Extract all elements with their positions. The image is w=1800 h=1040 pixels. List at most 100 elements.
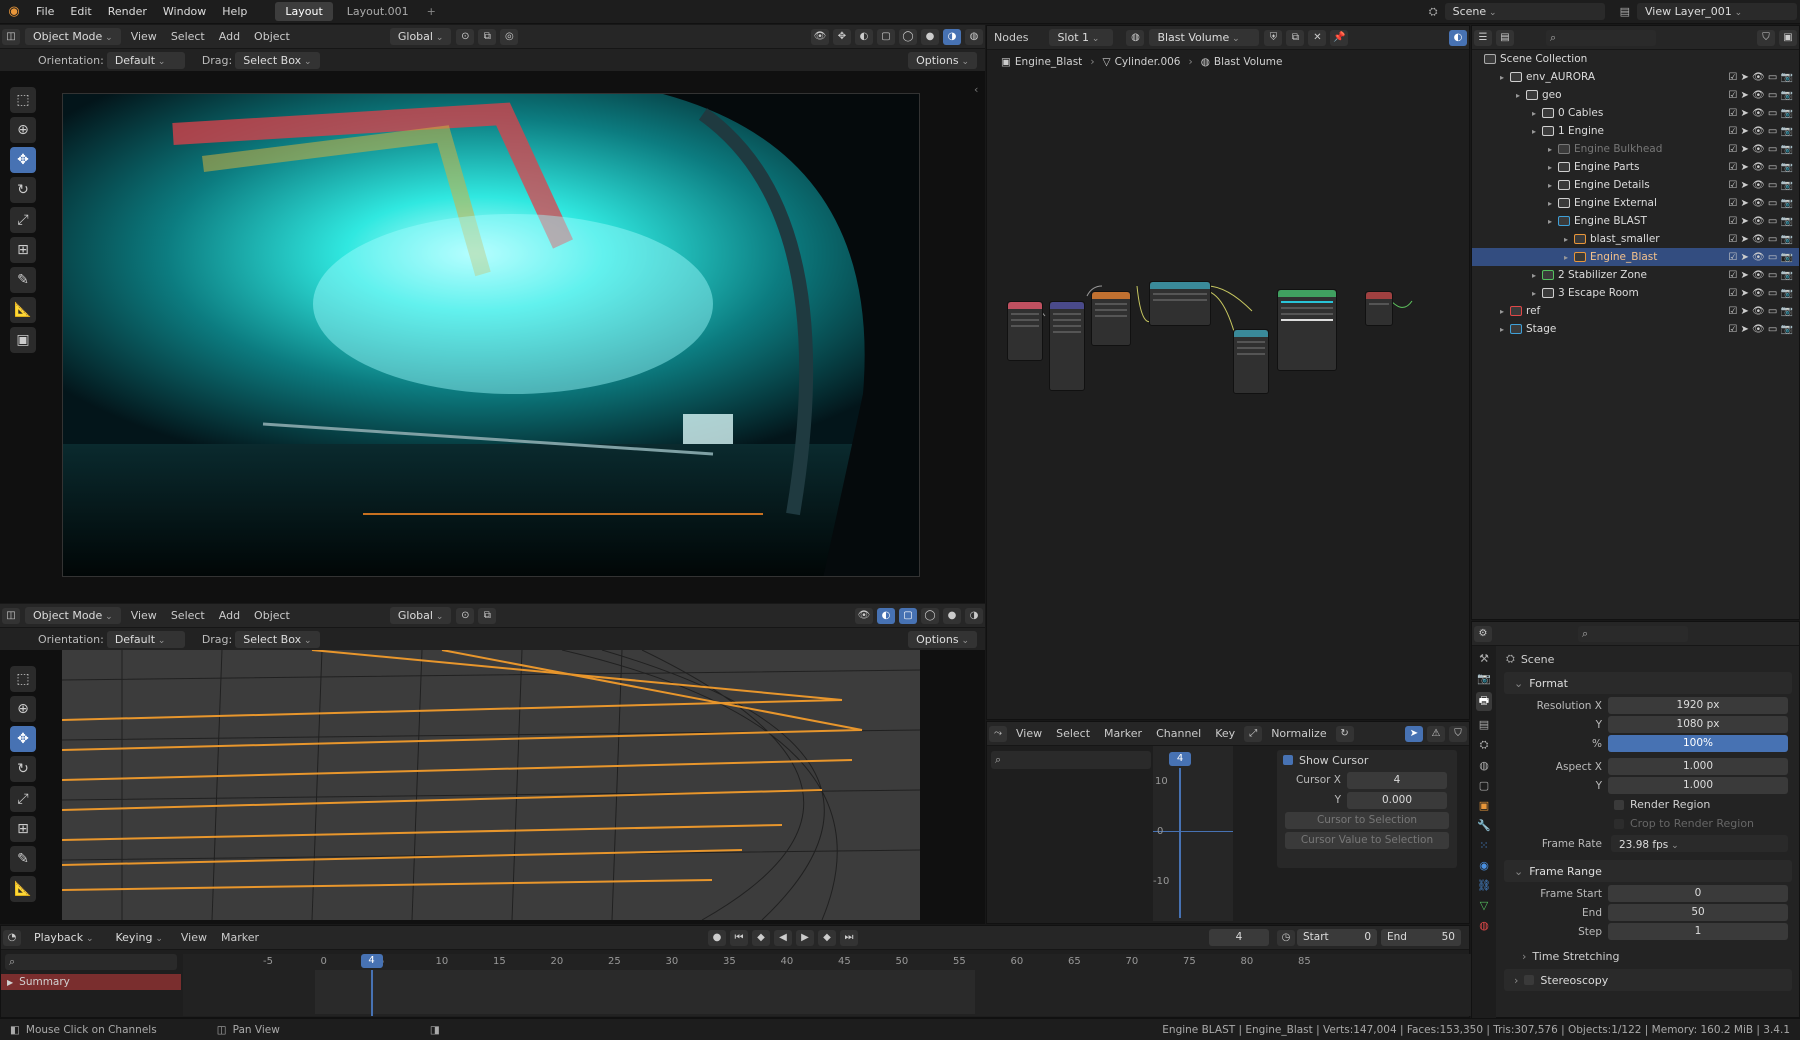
menu-view-2[interactable]: View <box>124 609 164 622</box>
node-texture[interactable] <box>1007 301 1043 361</box>
jump-end-icon[interactable]: ⏭ <box>840 929 858 946</box>
cursor-icon-2[interactable]: ⊕ <box>10 696 36 722</box>
preview-range-icon[interactable]: ◷ <box>1277 929 1295 946</box>
display-mode-icon[interactable]: ▤ <box>1496 29 1514 46</box>
node-material-output[interactable] <box>1365 291 1393 326</box>
show-cursor-checkbox[interactable] <box>1283 755 1293 765</box>
render-tab-icon[interactable]: 📷 <box>1477 672 1491 685</box>
aspect-y-field[interactable]: 1.000 <box>1608 777 1788 794</box>
play-icon[interactable]: ▶ <box>796 929 814 946</box>
record-icon[interactable]: ● <box>708 929 726 946</box>
physics-tab-icon[interactable]: ◉ <box>1479 859 1489 872</box>
node-principled-volume[interactable] <box>1277 289 1337 371</box>
annotate-icon-2[interactable]: ✎ <box>10 846 36 872</box>
outliner-item[interactable]: ▸ 0 Cables ☑ ➤ 👁 ▭ 📷 <box>1472 104 1799 122</box>
expand-arrow-icon[interactable]: ▸ <box>1500 73 1510 82</box>
aspect-x-field[interactable]: 1.000 <box>1608 758 1788 775</box>
new-collection-icon[interactable]: ▣ <box>1779 29 1797 46</box>
scale-icon[interactable]: ⤢ <box>10 207 36 233</box>
material-sphere-icon[interactable]: ◍ <box>1126 29 1145 46</box>
only-selected-icon[interactable]: ➤ <box>1405 725 1423 742</box>
unlink-icon[interactable]: ✕ <box>1308 29 1327 46</box>
restriction-toggles[interactable]: ☑ ➤ 👁 ▭ 📷 <box>1728 288 1793 299</box>
transform-orientation-dropdown-2[interactable]: Global <box>389 607 452 624</box>
menu-edit[interactable]: Edit <box>62 5 99 18</box>
expand-arrow-icon[interactable]: ▸ <box>1564 235 1574 244</box>
blender-logo-icon[interactable]: ◉ <box>0 4 28 19</box>
modifier-tab-icon[interactable]: 🔧 <box>1477 819 1491 832</box>
frame-range-section[interactable]: ⌄ Frame Range <box>1504 860 1792 882</box>
restriction-toggles[interactable]: ☑ ➤ 👁 ▭ 📷 <box>1728 72 1793 83</box>
outliner-item[interactable]: ▸ Engine External ☑ ➤ 👁 ▭ 📷 <box>1472 194 1799 212</box>
camera-render-view[interactable] <box>62 93 920 577</box>
menu-object[interactable]: Object <box>247 30 297 43</box>
tool-tab-icon[interactable]: ⚒ <box>1479 652 1489 665</box>
timeline-type-icon[interactable]: ◔ <box>3 929 21 946</box>
editor-type-icon-2[interactable]: ◫ <box>2 607 20 624</box>
start-frame-field[interactable]: Start 0 <box>1297 929 1377 946</box>
tab-layout[interactable]: Layout <box>275 2 333 21</box>
pivot-icon-2[interactable]: ⊙ <box>456 607 475 624</box>
timeline-marker-menu[interactable]: Marker <box>214 931 266 944</box>
scale-icon-2[interactable]: ⤢ <box>10 786 36 812</box>
restriction-toggles[interactable]: ☑ ➤ 👁 ▭ 📷 <box>1728 126 1793 137</box>
outliner-item[interactable]: ▸ Engine BLAST ☑ ➤ 👁 ▭ 📷 <box>1472 212 1799 230</box>
outliner-item[interactable]: ▸ Engine Bulkhead ☑ ➤ 👁 ▭ 📷 <box>1472 140 1799 158</box>
node-mapping[interactable] <box>1049 301 1085 391</box>
outliner-item[interactable]: ▸ 2 Stabilizer Zone ☑ ➤ 👁 ▭ 📷 <box>1472 266 1799 284</box>
orientation-dropdown-2[interactable]: Default <box>106 630 185 648</box>
wireframe-shading-icon[interactable]: ◯ <box>899 28 917 45</box>
next-keyframe-icon[interactable]: ◆ <box>818 929 836 946</box>
normalize-icon[interactable]: ⤢ <box>1244 725 1263 742</box>
orientation-dropdown[interactable]: Default <box>106 51 185 69</box>
cursor-x-field[interactable]: 4 <box>1347 771 1447 789</box>
timeline[interactable]: ◔ Playback Keying View Marker ● ⏮ ◆ ◀ ▶ … <box>0 925 1471 1018</box>
outliner-item[interactable]: ▸ blast_smaller ☑ ➤ 👁 ▭ 📷 <box>1472 230 1799 248</box>
cursor-value-button[interactable]: Cursor Value to Selection <box>1285 831 1449 849</box>
node-editor[interactable]: Nodes Slot 1 ◍ Blast Volume ⛨ ⧉ ✕ 📌 ◐ ▣ … <box>986 25 1470 720</box>
solid-shading-icon[interactable]: ● <box>921 28 939 45</box>
restriction-toggles[interactable]: ☑ ➤ 👁 ▭ 📷 <box>1728 108 1793 119</box>
menu-select-2[interactable]: Select <box>164 609 212 622</box>
expand-arrow-icon[interactable]: ▸ <box>1532 109 1542 118</box>
sidebar-toggle-icon[interactable]: ‹ <box>974 83 978 96</box>
particles-tab-icon[interactable]: ⁙ <box>1479 839 1488 852</box>
pivot-icon[interactable]: ⊙ <box>456 28 475 45</box>
gizmo-icon[interactable]: ✥ <box>833 28 851 45</box>
outliner-item[interactable]: ▸ ref ☑ ➤ 👁 ▭ 📷 <box>1472 302 1799 320</box>
object-mode-dropdown[interactable]: Object Mode <box>25 28 121 45</box>
timeline-view-menu[interactable]: View <box>174 931 214 944</box>
constraints-tab-icon[interactable]: ⛓ <box>1477 879 1491 892</box>
frame-start-field[interactable]: 0 <box>1608 885 1788 902</box>
view-layer-icon[interactable]: ▤ <box>1620 5 1630 18</box>
wireframe-shading-icon-2[interactable]: ◯ <box>921 607 939 624</box>
proportional-icon[interactable]: ◎ <box>500 28 519 45</box>
measure-icon-2[interactable]: 📐 <box>10 876 36 902</box>
rotate-icon-2[interactable]: ↻ <box>10 756 36 782</box>
outliner-item[interactable]: ▸ geo ☑ ➤ 👁 ▭ 📷 <box>1472 86 1799 104</box>
restriction-toggles[interactable]: ☑ ➤ 👁 ▭ 📷 <box>1728 216 1793 227</box>
drag-dropdown-2[interactable]: Select Box <box>235 630 320 648</box>
menu-add[interactable]: Add <box>212 30 247 43</box>
view-layer-tab-icon[interactable]: ▤ <box>1479 718 1489 731</box>
scene-collection-row[interactable]: Scene Collection <box>1472 50 1799 68</box>
expand-arrow-icon[interactable]: ▸ <box>1548 163 1558 172</box>
restriction-toggles[interactable]: ☑ ➤ 👁 ▭ 📷 <box>1728 90 1793 101</box>
expand-arrow-icon[interactable]: ▸ <box>1548 217 1558 226</box>
breadcrumb-material[interactable]: Blast Volume <box>1214 56 1283 68</box>
outliner-filter-icon[interactable]: ⛉ <box>1757 29 1775 46</box>
menu-select[interactable]: Select <box>164 30 212 43</box>
expand-arrow-icon[interactable]: ▸ <box>1500 325 1510 334</box>
view-layer-selector[interactable]: View Layer_001 <box>1637 3 1797 20</box>
end-frame-field[interactable]: End 50 <box>1381 929 1461 946</box>
graph-editor[interactable]: ⤳ View Select Marker Channel Key ⤢ Norma… <box>986 721 1470 924</box>
expand-arrow-icon[interactable]: ▸ <box>1500 307 1510 316</box>
render-region-checkbox[interactable] <box>1614 799 1624 810</box>
outliner-type-icon[interactable]: ☰ <box>1474 29 1492 46</box>
transform-icon-2[interactable]: ⊞ <box>10 816 36 842</box>
outliner-item[interactable]: ▸ Engine Parts ☑ ➤ 👁 ▭ 📷 <box>1472 158 1799 176</box>
transform-icon[interactable]: ⊞ <box>10 237 36 263</box>
restriction-toggles[interactable]: ☑ ➤ 👁 ▭ 📷 <box>1728 234 1793 245</box>
timeline-ruler[interactable]: -505101520253035404550556065707580854 <box>183 954 1471 1016</box>
wireframe-view[interactable] <box>62 650 920 920</box>
